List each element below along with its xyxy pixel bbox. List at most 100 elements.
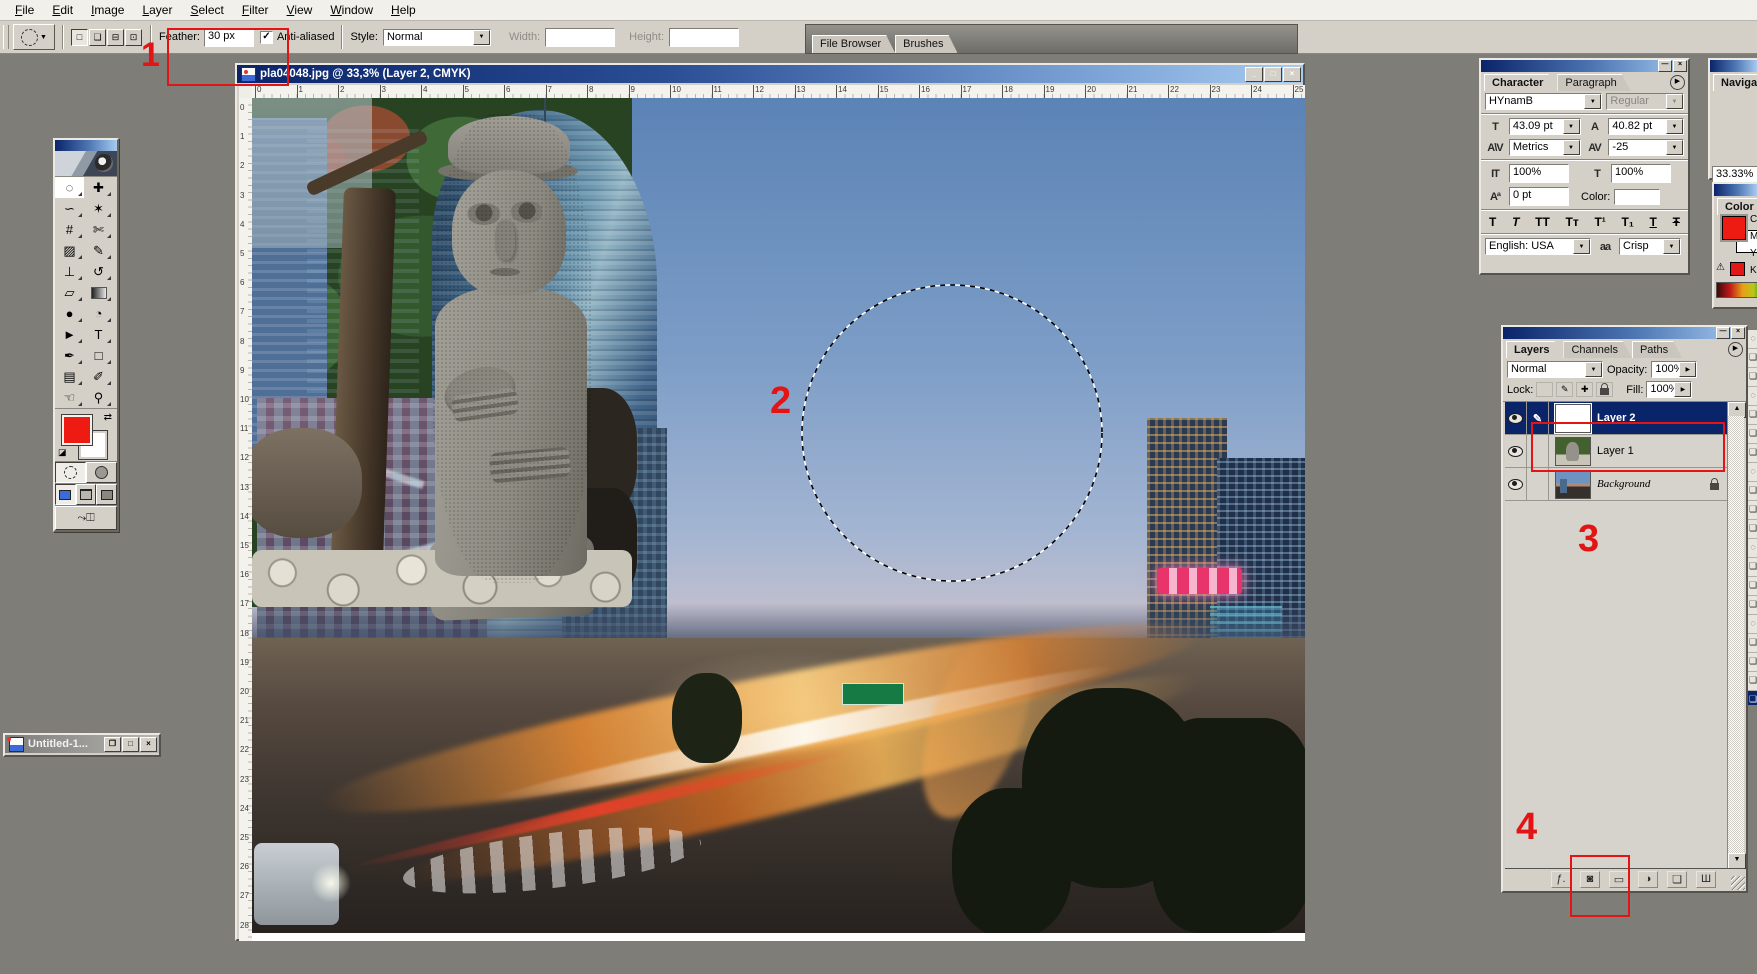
palette-menu-icon[interactable]: ▶ <box>1670 75 1685 90</box>
patch-tool[interactable]: ▨ <box>55 240 84 261</box>
minimize-button[interactable]: _ <box>1245 67 1263 82</box>
close-button[interactable]: × <box>1673 60 1687 72</box>
cutoff-palette-row[interactable]: ❏ <box>1748 691 1757 705</box>
lock-transparency-icon[interactable] <box>1536 382 1553 397</box>
small-caps-button[interactable]: Tᴛ <box>1566 215 1579 229</box>
subscript-button[interactable]: T₁ <box>1622 215 1634 229</box>
gamut-color-swatch[interactable] <box>1730 262 1745 276</box>
layer-thumbnail[interactable] <box>1555 470 1591 499</box>
tab-navigator[interactable]: Navigat <box>1713 74 1757 91</box>
cutoff-palette-row[interactable]: ❏ <box>1748 520 1757 539</box>
menu-file[interactable]: File <box>6 1 43 19</box>
font-style-dropdown[interactable]: Regular▼ <box>1606 93 1684 110</box>
tab-channels[interactable]: Channels <box>1563 341 1631 358</box>
layer-style-button[interactable]: ƒ. <box>1551 871 1571 888</box>
elliptical-marquee-tool[interactable]: ◌ <box>55 177 84 198</box>
new-selection-mode-button[interactable]: □ <box>71 29 88 46</box>
subtract-from-selection-mode-button[interactable]: ⊟ <box>107 29 124 46</box>
tab-paragraph[interactable]: Paragraph <box>1557 74 1630 91</box>
tab-brushes[interactable]: Brushes <box>895 35 957 53</box>
restore-button[interactable]: ❐ <box>104 737 121 752</box>
menu-layer[interactable]: Layer <box>133 1 181 19</box>
minimize-button[interactable]: — <box>1658 60 1672 72</box>
cutoff-palette-row[interactable]: ❏ <box>1748 634 1757 653</box>
close-button[interactable]: × <box>1283 67 1301 82</box>
new-layer-button[interactable]: ❏ <box>1667 871 1687 888</box>
cutoff-palette-row[interactable]: ◌ <box>1748 330 1757 349</box>
gradient-tool[interactable] <box>84 282 113 303</box>
palette-menu-icon[interactable]: ▶ <box>1728 342 1743 357</box>
tab-layers[interactable]: Layers <box>1506 341 1563 358</box>
visibility-toggle[interactable] <box>1505 402 1527 434</box>
lock-all-icon[interactable] <box>1596 382 1613 397</box>
intersect-selection-mode-button[interactable]: ⊡ <box>125 29 142 46</box>
color-spectrum-ramp[interactable] <box>1716 282 1757 298</box>
lasso-tool[interactable]: ∽ <box>55 198 84 219</box>
palette-title-bar[interactable] <box>1714 184 1757 196</box>
lock-image-icon[interactable]: ✎ <box>1556 382 1573 397</box>
menu-select[interactable]: Select <box>181 1 232 19</box>
blur-tool[interactable]: ● <box>55 303 84 324</box>
palette-title-bar[interactable]: — × <box>1503 327 1746 339</box>
cutoff-palette-row[interactable]: ❏ <box>1748 577 1757 596</box>
font-size-dropdown[interactable]: 43.09 pt▼ <box>1509 118 1581 135</box>
tab-paths[interactable]: Paths <box>1632 341 1682 358</box>
visibility-toggle[interactable] <box>1505 468 1527 500</box>
magic-wand-tool[interactable]: ✶ <box>84 198 113 219</box>
tab-character[interactable]: Character <box>1484 74 1557 91</box>
scroll-down-button[interactable]: ▼ <box>1728 853 1746 869</box>
close-button[interactable]: × <box>140 737 157 752</box>
tracking-dropdown[interactable]: -25▼ <box>1608 139 1684 156</box>
bold-button[interactable]: T <box>1489 215 1496 229</box>
cutoff-palette-row[interactable]: ❏ <box>1748 444 1757 463</box>
cutoff-palette-row[interactable]: ❏ <box>1748 558 1757 577</box>
horizontal-scale-input[interactable]: 100% <box>1611 164 1671 183</box>
scrollbar-track[interactable] <box>1728 416 1744 855</box>
cutoff-palette-row[interactable]: ❏ <box>1748 425 1757 444</box>
menu-view[interactable]: View <box>278 1 322 19</box>
add-to-selection-mode-button[interactable]: ❏ <box>89 29 106 46</box>
fullscreen-menu-button[interactable] <box>76 484 97 505</box>
menu-filter[interactable]: Filter <box>233 1 278 19</box>
font-family-dropdown[interactable]: HYnamB▼ <box>1485 93 1602 110</box>
layer-row[interactable]: Background <box>1505 468 1727 501</box>
cutoff-palette-row[interactable]: ❏ <box>1748 501 1757 520</box>
superscript-button[interactable]: T¹ <box>1594 215 1605 229</box>
quick-mask-mode-button[interactable] <box>86 462 117 483</box>
strikethrough-button[interactable]: Ŧ <box>1673 215 1680 229</box>
clone-stamp-tool[interactable]: ⊥ <box>55 261 84 282</box>
eyedropper-tool[interactable]: ✐ <box>84 366 113 387</box>
canvas[interactable] <box>252 98 1305 941</box>
brush-tool[interactable]: ✎ <box>84 240 113 261</box>
all-caps-button[interactable]: TT <box>1535 215 1550 229</box>
opacity-input[interactable]: 100%▶ <box>1651 361 1697 378</box>
tab-color[interactable]: Color <box>1717 198 1757 215</box>
antialias-dropdown[interactable]: Crisp▼ <box>1619 238 1681 255</box>
move-tool[interactable]: ✚ <box>84 177 113 198</box>
crop-tool[interactable]: # <box>55 219 84 240</box>
minimize-button[interactable]: — <box>1716 327 1730 339</box>
cutoff-palette-row[interactable]: ❏ <box>1748 406 1757 425</box>
style-dropdown[interactable]: Normal ▼ <box>383 29 491 46</box>
vertical-ruler[interactable]: 0123456789101112131415161718192021222324… <box>239 98 253 941</box>
cutoff-palette-row[interactable]: ❏ <box>1748 672 1757 691</box>
cutoff-palette-row[interactable]: ❏ <box>1748 653 1757 672</box>
eraser-tool[interactable]: ▱ <box>55 282 84 303</box>
shape-tool[interactable]: □ <box>84 345 113 366</box>
toolbox-title-bar[interactable] <box>55 140 117 151</box>
visibility-toggle[interactable] <box>1505 435 1527 467</box>
foreground-color-swatch[interactable] <box>62 415 92 445</box>
menu-window[interactable]: Window <box>321 1 382 19</box>
tab-file-browser[interactable]: File Browser <box>812 35 895 53</box>
standard-mode-button[interactable] <box>55 462 86 483</box>
palette-title-bar[interactable]: — × <box>1481 60 1688 72</box>
lock-position-icon[interactable]: ✚ <box>1576 382 1593 397</box>
foreground-color-swatch[interactable] <box>1722 216 1746 240</box>
cutoff-palette-row[interactable]: ◌ <box>1748 463 1757 482</box>
language-dropdown[interactable]: English: USA▼ <box>1485 238 1591 255</box>
zoom-tool[interactable]: ⚲ <box>84 387 113 408</box>
horizontal-ruler[interactable]: 0123456789101112131415161718192021222324… <box>252 85 1305 99</box>
maximize-button[interactable]: □ <box>1264 67 1282 82</box>
type-tool[interactable]: T <box>84 324 113 345</box>
standard-screen-button[interactable] <box>55 484 76 505</box>
